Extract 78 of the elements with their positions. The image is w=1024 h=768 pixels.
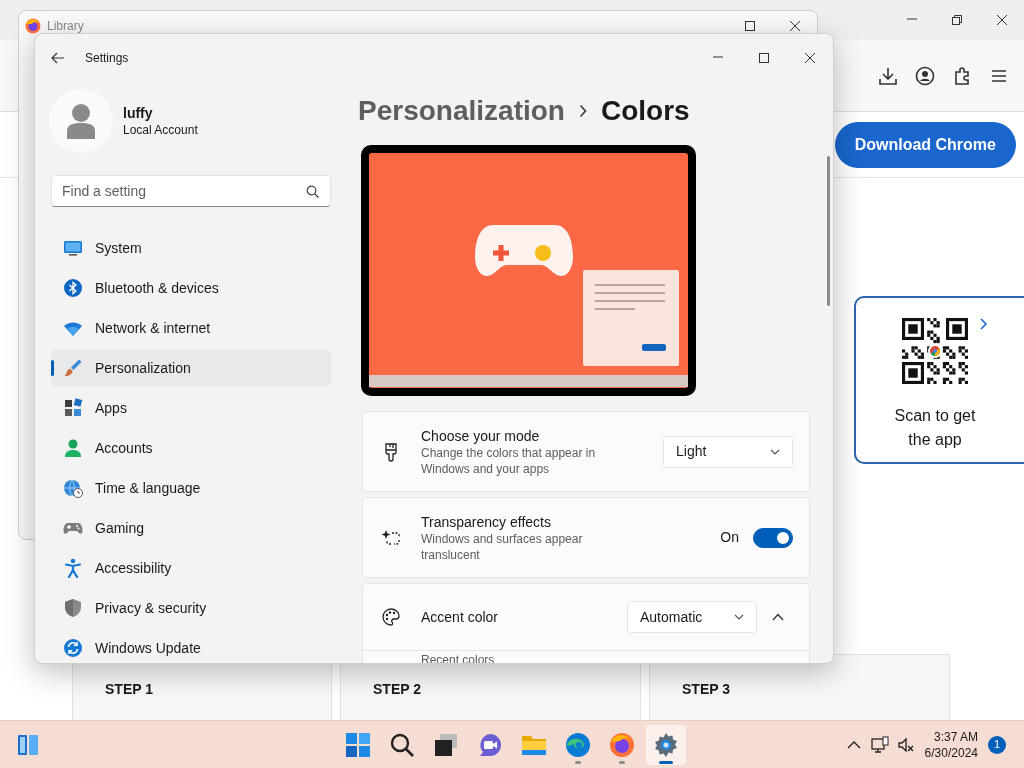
monitor-icon [63, 238, 83, 258]
search-icon [306, 185, 319, 198]
windows-logo-icon [345, 731, 371, 758]
account-button[interactable] [914, 64, 936, 87]
setting-title: Transparency effects [421, 512, 552, 531]
browser-swirl-icon [565, 731, 591, 758]
nav-item[interactable]: Accessibility [51, 550, 331, 586]
refresh-arrows-icon [63, 638, 83, 658]
gear-icon [653, 731, 679, 758]
nav-item[interactable]: Apps [51, 390, 331, 426]
nav-item[interactable]: Bluetooth & devices [51, 270, 331, 306]
clock-date: 6/30/2024 [924, 744, 978, 761]
page-title: Colors [600, 94, 690, 128]
dropdown[interactable]: Automatic [627, 601, 757, 633]
apps-grid-icon [63, 398, 83, 418]
globe-clock-icon [63, 478, 83, 498]
window-title: Settings [85, 50, 129, 67]
setting-title: Choose your mode [421, 426, 541, 445]
clock-time: 3:37 AM [932, 728, 978, 745]
network-monitor-icon [870, 735, 889, 754]
setting-title: Accent color [421, 608, 499, 626]
nav-item[interactable]: Privacy & security [51, 590, 331, 626]
search-field[interactable]: Find a setting [51, 175, 331, 207]
chevron-up-icon [846, 740, 861, 749]
search-icon [389, 731, 415, 758]
toggle-state-label: On [720, 528, 739, 547]
nav-item[interactable]: Windows Update [51, 630, 331, 663]
close-icon [995, 14, 1008, 26]
account-type: Local Account [123, 122, 198, 138]
nav-item[interactable]: Personalization [51, 350, 331, 386]
account-icon [914, 64, 936, 87]
muted-speaker-icon [896, 735, 915, 754]
step-label: STEP 1 [105, 679, 153, 699]
paintbrush-icon [63, 358, 83, 378]
toggle-switch[interactable] [753, 527, 793, 548]
chevron-down-icon [770, 448, 780, 455]
back-arrow-icon [51, 52, 65, 64]
chevron-up-icon [772, 613, 784, 621]
step-label: STEP 2 [373, 679, 421, 699]
notification-badge[interactable]: 1 [988, 735, 1006, 754]
maximize-icon [758, 52, 770, 64]
person-silhouette-icon [65, 103, 97, 139]
person-icon [63, 438, 83, 458]
maximize-icon [743, 20, 756, 32]
setting-description: Windows and surfaces appear translucent [421, 530, 584, 563]
breadcrumb-link[interactable]: Personalization [358, 90, 565, 132]
qr-code-drawing [902, 318, 968, 384]
chevron-right-icon [578, 104, 587, 118]
chevron-down-icon [734, 614, 744, 620]
dropdown[interactable]: Light [663, 435, 793, 468]
qr-caption: Scan to get the app [893, 406, 977, 450]
window-title: Library [47, 18, 84, 35]
nav-item[interactable]: Gaming [51, 510, 331, 546]
stacked-windows-icon [433, 731, 459, 758]
bluetooth-icon [63, 278, 83, 298]
settings-app-button[interactable] [646, 724, 686, 765]
clock[interactable]: 3:37 AM 6/30/2024 [918, 728, 984, 761]
nav-item[interactable]: Time & language [51, 470, 331, 506]
nav-item[interactable]: Network & internet [51, 310, 331, 346]
step-label: STEP 3 [682, 679, 730, 699]
user-name: luffy [123, 104, 154, 122]
scrollbar-thumb[interactable] [827, 156, 830, 306]
qr-card[interactable]: Scan to get the app [854, 296, 1024, 464]
setting-description: Change the colors that appear in Windows and your apps [421, 444, 597, 477]
widgets-icon [16, 732, 40, 757]
palette-icon [381, 607, 401, 627]
chevron-right-icon [980, 318, 988, 330]
nav-item[interactable]: System [51, 230, 331, 266]
video-chat-icon [477, 731, 503, 758]
shield-icon [63, 598, 83, 618]
browser-fox-icon [609, 731, 635, 758]
nav-item[interactable]: Accounts [51, 430, 331, 466]
close-icon [804, 52, 816, 64]
download-button[interactable]: Download Chrome [834, 121, 1016, 168]
accessibility-figure-icon [63, 558, 83, 578]
restore-icon [950, 14, 963, 26]
browser-logo-icon [25, 18, 41, 34]
close-icon [788, 20, 801, 32]
